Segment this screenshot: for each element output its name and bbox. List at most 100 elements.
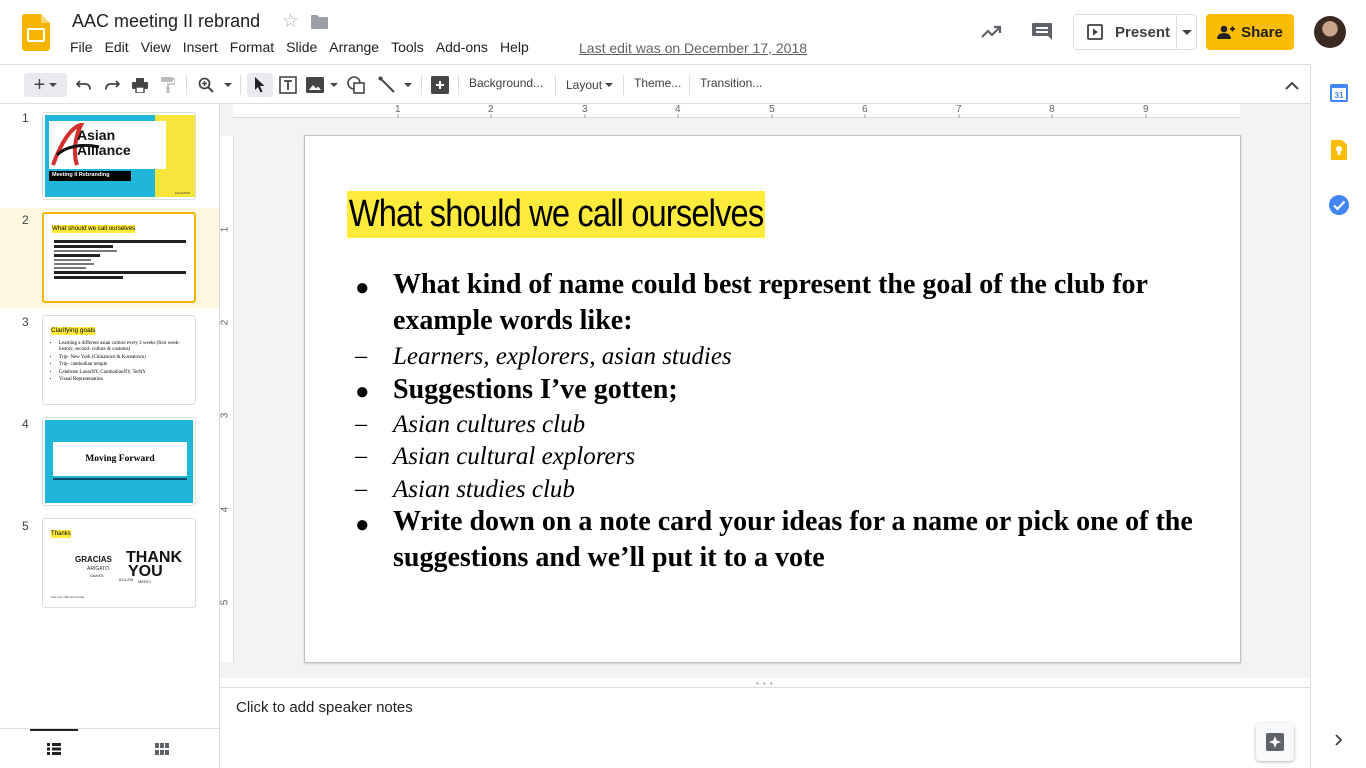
chevron-down-icon — [404, 83, 412, 87]
menu-edit[interactable]: Edit — [99, 38, 135, 58]
toolbar-divider — [240, 75, 241, 95]
last-edit-link[interactable]: Last edit was on December 17, 2018 — [579, 40, 807, 56]
explore-button[interactable] — [1256, 723, 1294, 761]
thumbnail-date: 12/11/2018 — [175, 191, 190, 195]
theme-button[interactable]: Theme... — [634, 76, 681, 90]
menu-slide[interactable]: Slide — [280, 38, 323, 58]
logo-text: Asian Alliance — [77, 127, 131, 158]
slide[interactable]: What should we call ourselves ● What kin… — [304, 135, 1241, 663]
zoom-icon — [198, 77, 214, 93]
slide-thumbnail-5[interactable]: Thanks GRACIAS THANK YOU ARIGATO MERCI D… — [42, 518, 196, 608]
ruler-tick-label: 6 — [862, 104, 868, 115]
toolbar-divider — [623, 75, 624, 95]
menu-format[interactable]: Format — [224, 38, 280, 58]
chevron-down-icon — [1181, 29, 1192, 35]
share-button[interactable]: Share — [1206, 14, 1294, 50]
bullet-text[interactable]: What kind of name could best represent t… — [393, 267, 1203, 339]
image-icon — [306, 77, 324, 93]
present-button[interactable]: Present — [1073, 14, 1177, 50]
background-button[interactable]: Background... — [469, 76, 543, 90]
thumbnail-title: Moving Forward — [85, 454, 155, 464]
bullet-marker: ● — [355, 275, 370, 301]
slides-logo-icon[interactable] — [22, 14, 50, 51]
toolbar-divider — [555, 75, 556, 95]
menu-addons[interactable]: Add-ons — [430, 38, 494, 58]
slide-title[interactable]: What should we call ourselves — [347, 191, 766, 238]
chevron-right-icon[interactable] — [1335, 734, 1343, 746]
thumbnail-list: Learning a different asian culture every… — [59, 341, 187, 383]
vertical-ruler[interactable]: 1 2 3 4 5 — [219, 136, 234, 662]
toolbar-divider — [186, 75, 187, 95]
thumbnail-list-item: Trip- New York (Chinatown & Koreatown) — [59, 355, 187, 361]
ruler-tick-label: 5 — [219, 599, 231, 606]
toolbar-divider — [689, 75, 690, 95]
grid-view-icon[interactable] — [155, 743, 169, 755]
bullet-text[interactable]: Asian cultural explorers — [393, 442, 635, 472]
print-icon[interactable] — [130, 73, 150, 97]
bullet-text[interactable]: Learners, explorers, asian studies — [393, 342, 732, 372]
document-title[interactable]: AAC meeting II rebrand — [72, 11, 260, 32]
thumbnail-list-item: Trip- cambodian temple — [59, 362, 187, 368]
calendar-icon[interactable]: 31 — [1330, 84, 1348, 102]
star-icon[interactable]: ☆ — [282, 10, 299, 33]
avatar[interactable] — [1314, 16, 1346, 48]
horizontal-ruler[interactable]: 1 2 3 4 5 6 7 8 9 — [233, 104, 1240, 118]
shape-icon[interactable] — [346, 73, 366, 97]
bullet-text[interactable]: Asian cultures club — [393, 410, 585, 440]
bullet-text[interactable]: Suggestions I’ve gotten; — [393, 372, 1203, 408]
drag-handle-icon: • • • — [756, 679, 774, 688]
filmstrip-footer — [0, 728, 220, 768]
transition-button[interactable]: Transition... — [700, 76, 762, 90]
undo-icon[interactable] — [74, 73, 94, 97]
add-comment-icon[interactable] — [429, 73, 451, 97]
slide-thumbnail-3[interactable]: Clarifying goals Learning a different as… — [42, 315, 196, 405]
menu-insert[interactable]: Insert — [177, 38, 224, 58]
svg-text:31: 31 — [1335, 91, 1344, 100]
menu-tools[interactable]: Tools — [385, 38, 430, 58]
ruler-tick-label: 3 — [219, 412, 231, 419]
comment-icon[interactable] — [1030, 20, 1054, 44]
menu-view[interactable]: View — [135, 38, 177, 58]
text-box-icon[interactable] — [278, 73, 298, 97]
menu-help[interactable]: Help — [494, 38, 535, 58]
menu-file[interactable]: File — [64, 38, 99, 58]
folder-icon[interactable] — [311, 15, 328, 29]
slide-thumbnail-2[interactable]: What should we call ourselves — [42, 212, 196, 303]
slide-thumbnail-4[interactable]: Moving Forward — [42, 417, 196, 506]
keep-icon[interactable] — [1331, 140, 1347, 160]
slide-number: 5 — [22, 519, 29, 533]
speaker-notes[interactable]: Click to add speaker notes — [220, 688, 1310, 768]
chevron-down-icon — [49, 83, 58, 87]
image-button[interactable] — [305, 73, 339, 97]
bullet-text[interactable]: Write down on a note card your ideas for… — [393, 504, 1203, 576]
slide-number: 3 — [22, 315, 29, 329]
trending-icon[interactable] — [979, 20, 1003, 44]
new-slide-button[interactable]: + — [24, 73, 67, 97]
chevron-up-icon[interactable] — [1282, 73, 1302, 97]
ruler-tick-label: 2 — [488, 104, 494, 115]
tasks-icon[interactable] — [1329, 195, 1349, 215]
filmstrip-view-icon[interactable] — [47, 743, 61, 755]
paint-format-icon[interactable] — [158, 73, 178, 97]
bullet-marker: – — [355, 476, 367, 502]
word-cloud-word: MERCI — [138, 579, 151, 584]
slide-number: 2 — [22, 213, 29, 227]
present-dropdown-button[interactable] — [1176, 14, 1197, 50]
zoom-button[interactable] — [196, 73, 234, 97]
notes-resize-handle[interactable]: • • • — [220, 678, 1310, 688]
thumbnail-title: Clarifying goals — [51, 327, 96, 335]
chevron-down-icon — [224, 83, 232, 87]
speaker-notes-placeholder[interactable]: Click to add speaker notes — [236, 699, 413, 716]
slide-thumbnail-1[interactable]: Asian Alliance Meeting II Rebranding 12/… — [42, 112, 196, 200]
select-tool-icon[interactable] — [247, 73, 273, 97]
thumbnail-caption: Meeting II Rebranding — [52, 172, 110, 178]
explore-icon — [1266, 733, 1284, 751]
bullet-text[interactable]: Asian studies club — [393, 475, 575, 505]
line-button[interactable] — [376, 73, 414, 97]
thumbnail-footer: See you after the break! — [51, 595, 85, 599]
redo-icon[interactable] — [102, 73, 122, 97]
share-person-icon — [1217, 25, 1236, 39]
menu-arrange[interactable]: Arrange — [323, 38, 385, 58]
bullet-marker: – — [355, 443, 367, 469]
layout-button[interactable]: Layout — [562, 73, 618, 97]
